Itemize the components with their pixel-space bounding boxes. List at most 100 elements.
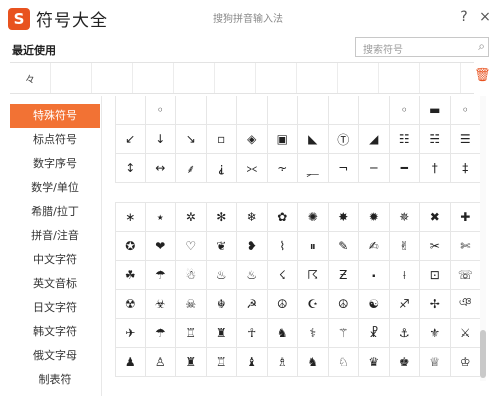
symbol-cell[interactable]: ☷ bbox=[389, 125, 420, 154]
symbol-cell[interactable]: ¬ bbox=[328, 154, 359, 183]
symbol-cell[interactable]: ☃ bbox=[176, 261, 207, 290]
symbol-cell[interactable]: ☠ bbox=[176, 290, 207, 319]
symbol-cell[interactable]: ♔ bbox=[450, 348, 481, 377]
symbol-cell[interactable]: ∗ bbox=[115, 203, 146, 232]
symbol-cell[interactable]: ♗ bbox=[267, 348, 298, 377]
symbol-cell[interactable]: ❦ bbox=[206, 232, 237, 261]
recent-symbol-cell[interactable] bbox=[51, 63, 92, 93]
symbol-cell[interactable]: ♚ bbox=[389, 348, 420, 377]
sidebar-item-category[interactable]: 中文字符 bbox=[10, 248, 100, 272]
recent-symbol-cell[interactable] bbox=[420, 63, 461, 93]
symbol-cell[interactable]: ☮ bbox=[328, 290, 359, 319]
symbol-cell[interactable]: ✲ bbox=[176, 203, 207, 232]
symbol-cell[interactable]: ‡ bbox=[450, 154, 481, 183]
symbol-cell[interactable]: ─ bbox=[359, 154, 390, 183]
symbol-cell[interactable]: ☵ bbox=[420, 125, 451, 154]
symbol-cell[interactable]: ⚕ bbox=[298, 319, 329, 348]
trash-icon[interactable]: 🗑 bbox=[474, 68, 491, 83]
symbol-cell[interactable]: ☇ bbox=[267, 261, 298, 290]
symbol-cell[interactable]: ✿ bbox=[267, 203, 298, 232]
recent-symbol-cell[interactable] bbox=[379, 63, 420, 93]
recent-symbol-cell[interactable] bbox=[133, 63, 174, 93]
symbol-cell[interactable]: ☭ bbox=[237, 290, 268, 319]
symbol-cell[interactable]: ✄ bbox=[450, 232, 481, 261]
symbol-cell[interactable]: Ⓣ bbox=[328, 125, 359, 154]
symbol-cell[interactable]: ↙ bbox=[115, 125, 146, 154]
symbol-cell[interactable]: ♖ bbox=[176, 319, 207, 348]
symbol-cell[interactable] bbox=[115, 96, 146, 125]
symbol-cell[interactable]: ◦ bbox=[389, 96, 420, 125]
symbol-cell[interactable]: ♛ bbox=[359, 348, 390, 377]
symbol-cell[interactable] bbox=[206, 96, 237, 125]
symbol-cell[interactable]: ✖ bbox=[420, 203, 451, 232]
symbol-cell[interactable]: ✂ bbox=[420, 232, 451, 261]
search-box[interactable]: ⌕ bbox=[355, 37, 489, 60]
symbol-cell[interactable] bbox=[176, 96, 207, 125]
symbol-cell[interactable]: ✌ bbox=[389, 232, 420, 261]
symbol-cell[interactable]: ⸟ bbox=[267, 154, 298, 183]
question-icon[interactable]: ? bbox=[455, 8, 473, 26]
symbol-cell[interactable]: ⪥ bbox=[237, 154, 268, 183]
sidebar-item-category[interactable]: 数字序号 bbox=[10, 152, 100, 176]
symbol-cell[interactable]: ↔ bbox=[145, 154, 176, 183]
sidebar-item-category[interactable]: 俄文字母 bbox=[10, 344, 100, 368]
symbol-cell[interactable]: ✎ bbox=[328, 232, 359, 261]
search-input[interactable] bbox=[361, 41, 471, 60]
symbol-cell[interactable]: ☯ bbox=[359, 290, 390, 319]
symbol-cell[interactable]: ☈ bbox=[298, 261, 329, 290]
symbol-cell[interactable] bbox=[298, 96, 329, 125]
symbol-cell[interactable]: ☧ bbox=[359, 319, 390, 348]
symbol-cell[interactable]: ✸ bbox=[328, 203, 359, 232]
symbol-cell[interactable]: ☢ bbox=[115, 290, 146, 319]
symbol-cell[interactable]: ⚓ bbox=[389, 319, 420, 348]
sidebar-item-category[interactable]: 特殊符号 bbox=[10, 104, 100, 128]
symbol-cell[interactable]: ☰ bbox=[450, 125, 481, 154]
symbol-cell[interactable]: ☣ bbox=[145, 290, 176, 319]
recent-symbol-cell[interactable] bbox=[338, 63, 379, 93]
symbol-cell[interactable] bbox=[328, 96, 359, 125]
scrollbar-thumb[interactable] bbox=[480, 330, 486, 378]
symbol-cell[interactable]: ⌇ bbox=[267, 232, 298, 261]
symbol-cell[interactable]: ♙ bbox=[145, 348, 176, 377]
symbol-cell[interactable]: ♟ bbox=[115, 348, 146, 377]
symbol-cell[interactable]: ⸘ bbox=[206, 154, 237, 183]
symbol-cell[interactable]: ♘ bbox=[328, 348, 359, 377]
symbol-cell[interactable]: ☂ bbox=[145, 261, 176, 290]
recent-symbol-cell[interactable] bbox=[215, 63, 256, 93]
symbol-cell[interactable]: ◢ bbox=[359, 125, 390, 154]
symbol-cell[interactable]: ⚜ bbox=[420, 319, 451, 348]
symbol-cell[interactable]: ◦ bbox=[450, 96, 481, 125]
symbol-cell[interactable]: ⚚ bbox=[328, 319, 359, 348]
symbol-cell[interactable]: ☘ bbox=[115, 261, 146, 290]
symbol-cell[interactable]: ↕ bbox=[115, 154, 146, 183]
sidebar-item-category[interactable]: 制表符 bbox=[10, 368, 100, 392]
symbol-cell[interactable]: ✺ bbox=[298, 203, 329, 232]
symbol-cell[interactable] bbox=[359, 96, 390, 125]
symbol-cell[interactable]: ⟊ bbox=[389, 261, 420, 290]
symbol-cell[interactable]: ঞ bbox=[450, 290, 481, 319]
symbol-cell[interactable]: ✍ bbox=[359, 232, 390, 261]
symbol-cell[interactable]: ✹ bbox=[359, 203, 390, 232]
symbol-cell[interactable]: ⏸ bbox=[298, 232, 329, 261]
symbol-cell[interactable]: ✻ bbox=[206, 203, 237, 232]
symbol-cell[interactable]: ♜ bbox=[206, 319, 237, 348]
sidebar-item-category[interactable]: 数学/单位 bbox=[10, 176, 100, 200]
symbol-cell[interactable]: ♐ bbox=[389, 290, 420, 319]
recent-symbol-cell[interactable] bbox=[256, 63, 297, 93]
recent-symbol-cell[interactable] bbox=[174, 63, 215, 93]
symbol-cell[interactable]: ☮ bbox=[267, 290, 298, 319]
symbol-cell[interactable]: ⊡ bbox=[420, 261, 451, 290]
symbol-cell[interactable]: ❄ bbox=[237, 203, 268, 232]
symbol-cell[interactable]: ⸐ bbox=[298, 154, 329, 183]
symbol-cell[interactable]: ▫ bbox=[206, 125, 237, 154]
symbol-cell[interactable]: ↘ bbox=[176, 125, 207, 154]
symbol-cell[interactable]: ☥ bbox=[237, 319, 268, 348]
symbol-cell[interactable]: ◦ bbox=[145, 96, 176, 125]
symbol-cell[interactable]: ♕ bbox=[420, 348, 451, 377]
symbol-cell[interactable]: ♞ bbox=[298, 348, 329, 377]
sidebar-item-category[interactable]: 日文字符 bbox=[10, 296, 100, 320]
symbol-cell[interactable]: ↓ bbox=[145, 125, 176, 154]
sidebar-item-category[interactable]: 拼音/注音 bbox=[10, 224, 100, 248]
symbol-cell[interactable]: ⸙ bbox=[176, 154, 207, 183]
symbol-cell[interactable]: † bbox=[420, 154, 451, 183]
